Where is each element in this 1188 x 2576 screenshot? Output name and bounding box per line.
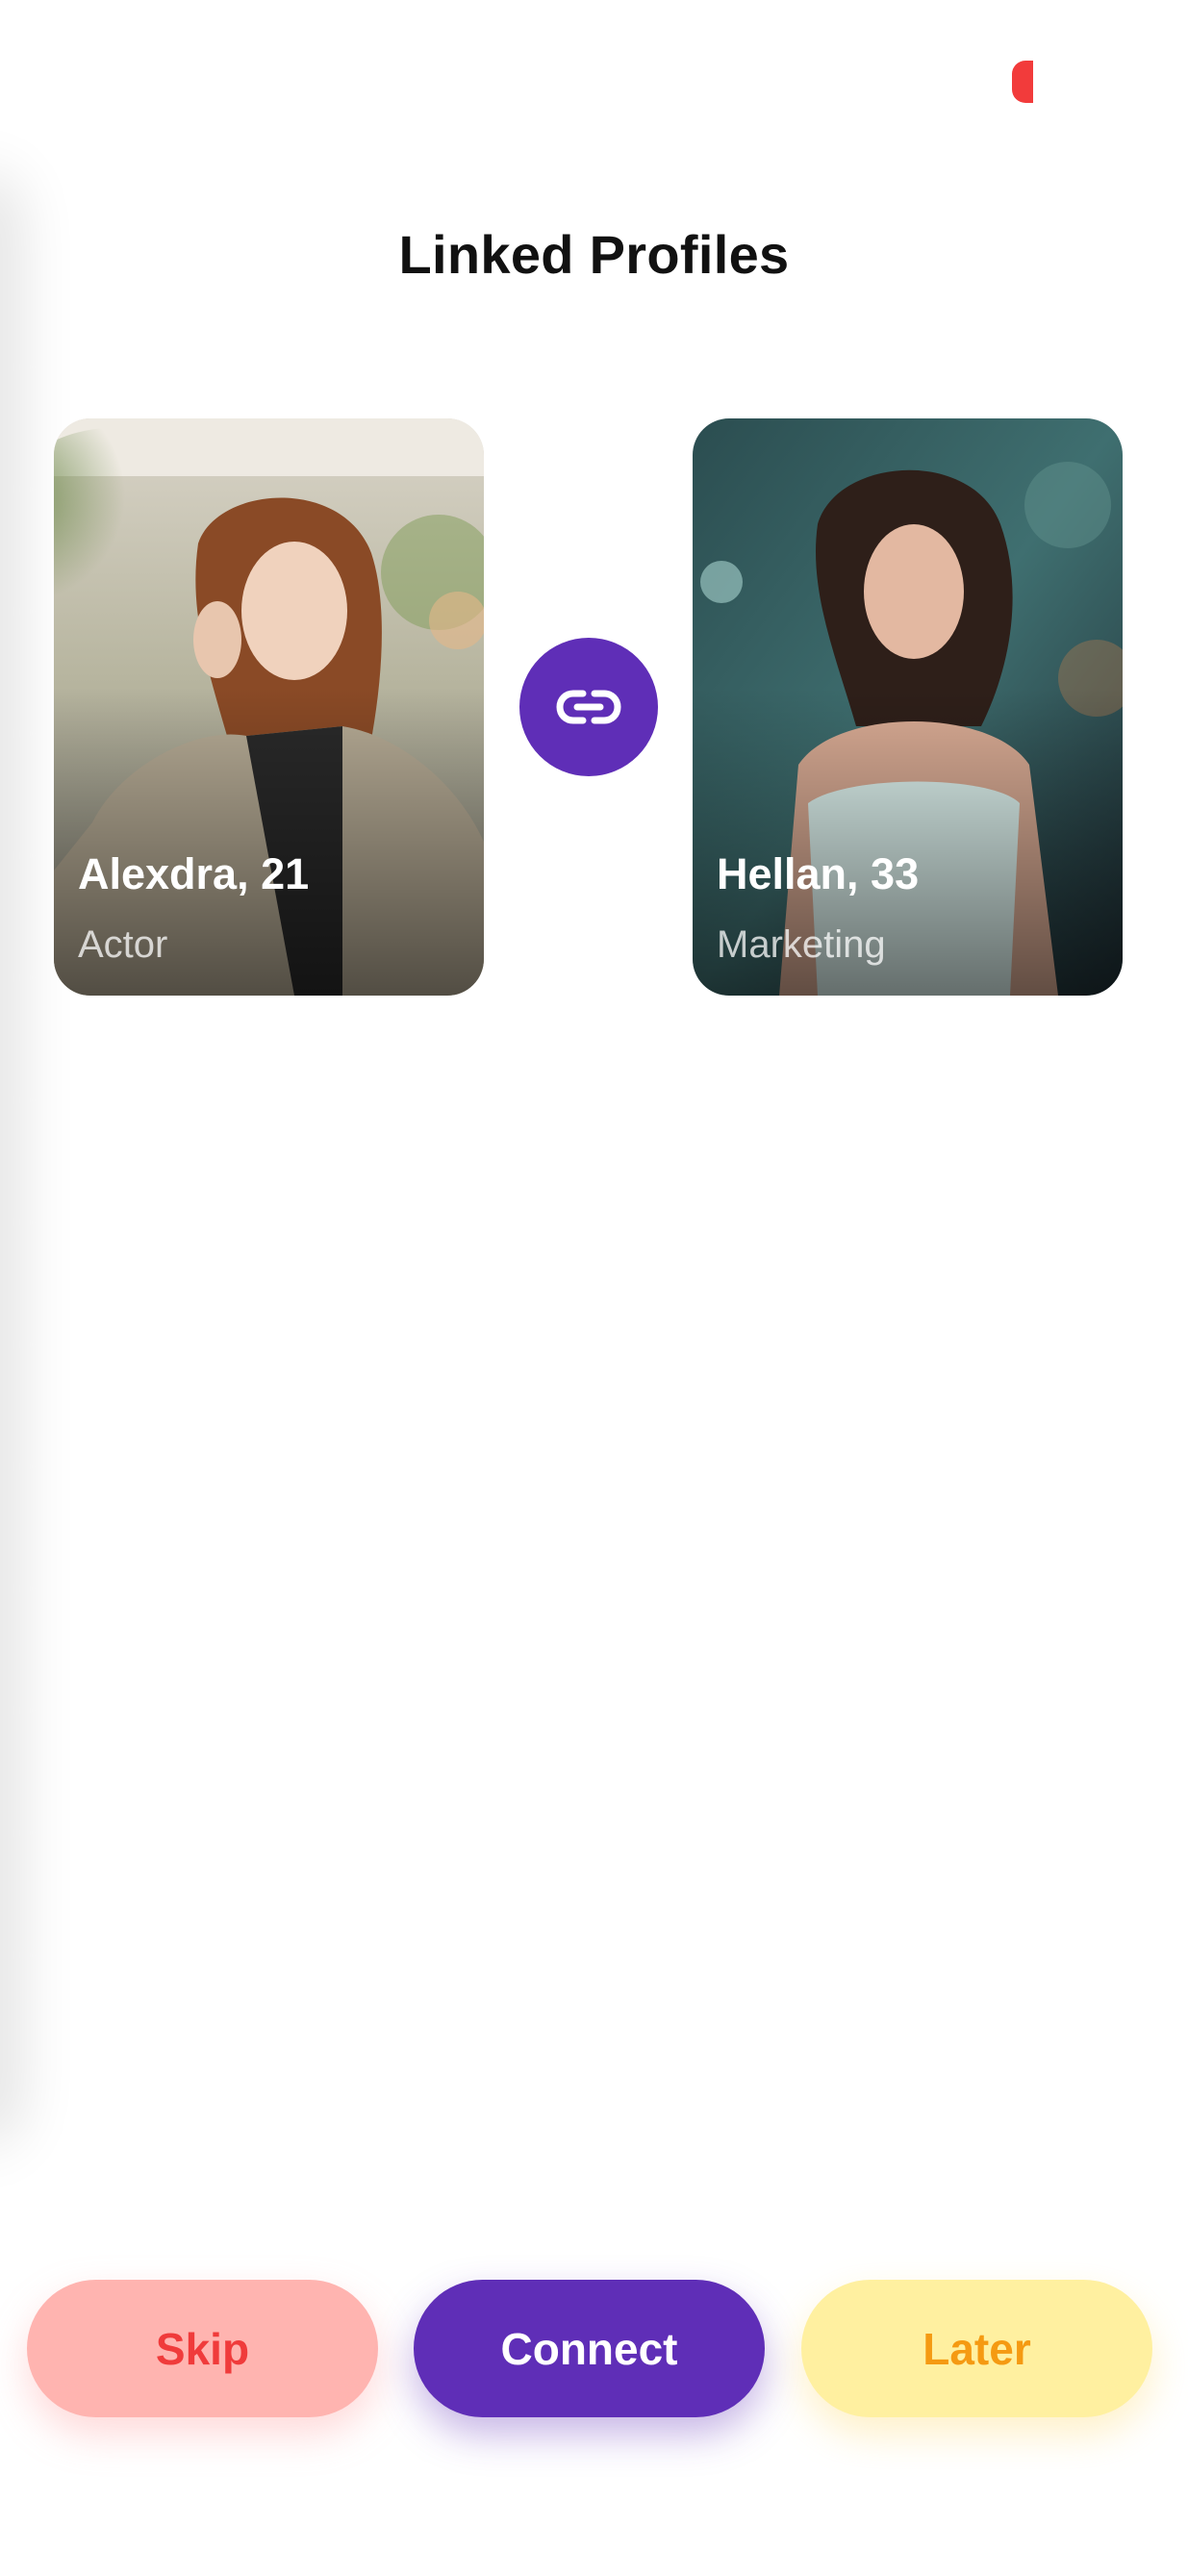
profile-name: Alexdra, 21 <box>78 849 310 898</box>
profile-card-hellan[interactable]: Hellan, 33 Marketing <box>693 418 1123 996</box>
page-title: Linked Profiles <box>398 224 790 285</box>
profile-role: Actor <box>78 923 168 966</box>
later-button[interactable]: Later <box>801 2280 1152 2417</box>
link-button[interactable] <box>519 638 658 776</box>
profile-card-alexdra[interactable]: Alexdra, 21 Actor <box>54 418 484 996</box>
connect-button[interactable]: Connect <box>414 2280 765 2417</box>
app-screen: Linked Profiles Alexdra, 21 Actor Hellan… <box>0 0 1188 2576</box>
skip-button[interactable]: Skip <box>27 2280 378 2417</box>
link-icon <box>556 690 621 724</box>
status-indicator <box>1012 61 1033 103</box>
profile-name: Hellan, 33 <box>717 849 920 898</box>
profile-role: Marketing <box>717 923 886 966</box>
